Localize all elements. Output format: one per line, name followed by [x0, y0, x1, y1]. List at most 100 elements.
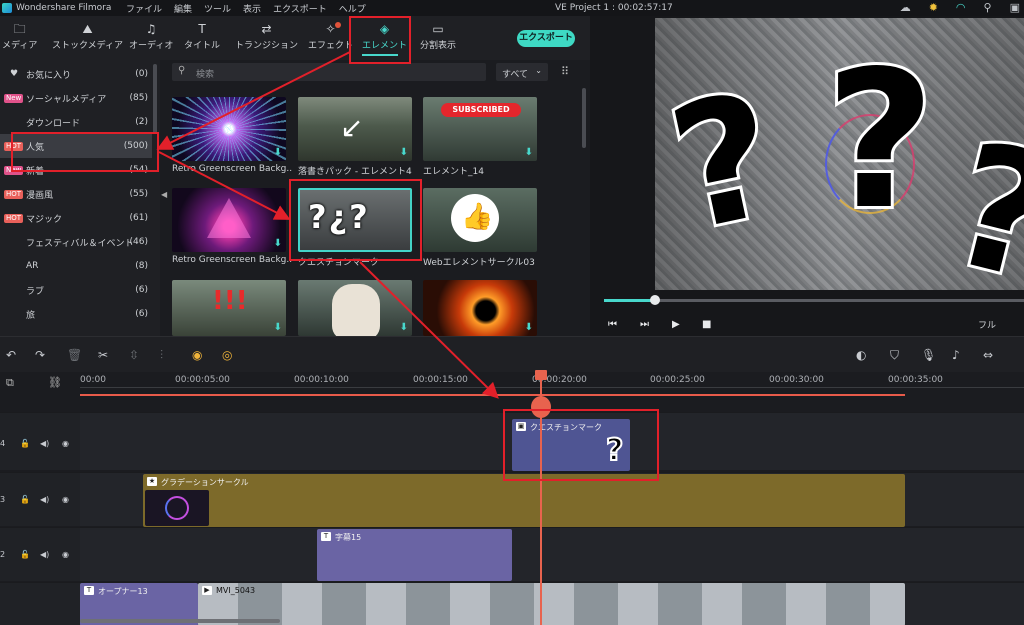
sidebar-item-count: (8)	[135, 261, 148, 271]
eye-icon[interactable]: ◉	[62, 495, 69, 504]
timeline-clip[interactable]: ▶ MVI_5043	[198, 583, 905, 625]
sidebar-item-travel[interactable]: 旅 (6)	[0, 302, 152, 326]
sidebar-item-social-media[interactable]: New ソーシャルメディア (85)	[0, 86, 152, 110]
menu-view[interactable]: 表示	[243, 2, 261, 15]
timeline-clip[interactable]: ★ グラデーションサークル	[143, 474, 905, 527]
menu-edit[interactable]: 編集	[174, 2, 192, 15]
download-icon[interactable]: ⬇	[274, 322, 282, 333]
delete-icon[interactable]: 🗑	[67, 348, 82, 362]
menu-help[interactable]: ヘルプ	[339, 2, 366, 15]
audio-wave-icon[interactable]: ⫶	[160, 348, 163, 363]
timeline-clip[interactable]: T 字幕15	[317, 529, 512, 581]
playhead-marker[interactable]	[535, 370, 547, 380]
render-icon[interactable]: ◐	[856, 348, 866, 362]
download-icon[interactable]: ⬇	[525, 322, 533, 333]
timeline-ruler[interactable]: ⧉ ⛓ 00:00 00:00:05:00 00:00:10:00 00:00:…	[0, 372, 1024, 398]
tab-stock-media[interactable]: ⛰ ストックメディア	[52, 22, 123, 51]
save-icon[interactable]: ▣	[1010, 1, 1020, 14]
sidebar-item-downloads[interactable]: ダウンロード (2)	[0, 110, 152, 134]
search-box[interactable]: ⚲ 検索	[172, 63, 486, 81]
tab-media[interactable]: 🗀 メディア	[2, 22, 37, 51]
adjust-icon[interactable]: ⇳	[129, 348, 139, 362]
ruler-baseline	[80, 387, 1024, 388]
redo-icon[interactable]: ↷	[35, 348, 45, 362]
download-icon[interactable]: ⬇	[400, 147, 408, 158]
library-item-label: Webエレメントサークル03	[423, 258, 535, 268]
download-icon[interactable]: ⬇	[274, 147, 282, 158]
step-back-icon[interactable]: ⏮	[608, 319, 617, 330]
add-track-icon[interactable]: ⧉	[6, 376, 14, 390]
cut-icon[interactable]: ✂	[98, 348, 108, 362]
collapse-sidebar-icon[interactable]: ◀	[161, 190, 167, 199]
library-thumb[interactable]: ⬇	[423, 280, 537, 336]
library-thumb[interactable]: ⬇	[172, 188, 286, 252]
music-icon: ♫	[145, 22, 157, 36]
library-thumb[interactable]: ⬇	[172, 97, 286, 161]
menu-export[interactable]: エクスポート	[273, 2, 327, 15]
menu-file[interactable]: ファイル	[126, 2, 162, 15]
question-mark-shape: ?	[930, 102, 1024, 290]
audio-mix-icon[interactable]: ♪	[952, 348, 960, 362]
mic-icon[interactable]: 🎙	[921, 348, 936, 362]
cloud-icon[interactable]: ☁	[900, 1, 911, 14]
library-thumb[interactable]: SUBSCRIBED ⬇	[423, 97, 537, 161]
preview-frame[interactable]: ? ? ?	[655, 18, 1024, 290]
sidebar-item-festival[interactable]: フェスティバル＆イベント (46)	[0, 230, 152, 254]
user-icon[interactable]: ⚲	[984, 1, 992, 14]
tab-transitions[interactable]: ⇄ トランジション	[235, 22, 298, 51]
lock-icon[interactable]: 🔓	[20, 550, 30, 559]
filmora-window: Wondershare Filmora ファイル 編集 ツール 表示 エクスポー…	[0, 0, 1024, 625]
track-2: 2 🔓 ◀) ◉ T 字幕15	[0, 527, 1024, 581]
sidebar-item-label: マジック	[26, 214, 63, 225]
frame-forward-icon[interactable]: ⏭	[640, 319, 649, 330]
library-thumb[interactable]: ⬇	[298, 280, 412, 336]
speaker-icon[interactable]: ◀)	[40, 439, 49, 448]
sidebar-item-comic[interactable]: HOT 漫画風 (55)	[0, 182, 152, 206]
sidebar-scrollbar[interactable]	[153, 64, 157, 134]
search-input[interactable]: 検索	[196, 67, 214, 80]
search-icon: ⚲	[178, 65, 186, 76]
eye-icon[interactable]: ◉	[62, 550, 69, 559]
library-thumb[interactable]	[423, 188, 537, 252]
stop-icon[interactable]: ■	[702, 319, 711, 330]
link-icon[interactable]: ⛓	[48, 376, 62, 389]
speed-ramp-icon[interactable]: ◎	[222, 348, 232, 362]
grid-view-icon[interactable]: ⠿	[561, 65, 569, 78]
download-icon[interactable]: ⬇	[400, 322, 408, 333]
library-scrollbar[interactable]	[582, 88, 586, 148]
sidebar-item-love[interactable]: ラブ (6)	[0, 278, 152, 302]
filter-dropdown[interactable]: すべて ⌄	[496, 63, 548, 81]
menu-tools[interactable]: ツール	[204, 2, 231, 15]
sidebar-item-magic[interactable]: HOT マジック (61)	[0, 206, 152, 230]
sidebar-item-favorites[interactable]: ♥ お気に入り (0)	[0, 62, 152, 86]
download-icon[interactable]: ⬇	[274, 238, 282, 249]
undo-icon[interactable]: ↶	[6, 348, 16, 362]
headset-icon[interactable]: ◠	[956, 1, 966, 14]
export-button[interactable]: エクスポート	[517, 30, 575, 47]
lock-icon[interactable]: 🔓	[20, 439, 30, 448]
bulb-icon[interactable]: ✹	[929, 1, 938, 14]
timeline-hscrollbar[interactable]	[80, 619, 280, 623]
library-thumb[interactable]: ↙ ⬇	[298, 97, 412, 161]
library-thumb[interactable]: !!! ⬇	[172, 280, 286, 336]
speaker-icon[interactable]: ◀)	[40, 550, 49, 559]
speed-icon[interactable]: ◉	[192, 348, 202, 362]
sidebar-item-label: お気に入り	[26, 70, 72, 81]
marker-icon[interactable]: ⛉	[890, 348, 899, 363]
sidebar-item-ar[interactable]: AR (8)	[0, 254, 152, 278]
preview-scrub-track[interactable]	[604, 299, 1024, 302]
tab-audio[interactable]: ♫ オーディオ	[129, 22, 173, 51]
tab-split-screen[interactable]: ▭ 分割表示	[420, 22, 456, 51]
work-area-range[interactable]	[80, 394, 905, 396]
speaker-icon[interactable]: ◀)	[40, 495, 49, 504]
tab-effects[interactable]: ✧ エフェクト	[308, 22, 353, 51]
preview-scrub-handle[interactable]	[650, 295, 660, 305]
tab-titles[interactable]: T タイトル	[184, 22, 220, 51]
sidebar-item-count: (6)	[135, 285, 148, 295]
fit-icon[interactable]: ⇔	[983, 348, 993, 362]
eye-icon[interactable]: ◉	[62, 439, 69, 448]
play-icon[interactable]: ▶	[672, 319, 680, 330]
zoom-select[interactable]: フル	[978, 318, 996, 331]
lock-icon[interactable]: 🔓	[20, 495, 30, 504]
download-icon[interactable]: ⬇	[525, 147, 533, 158]
